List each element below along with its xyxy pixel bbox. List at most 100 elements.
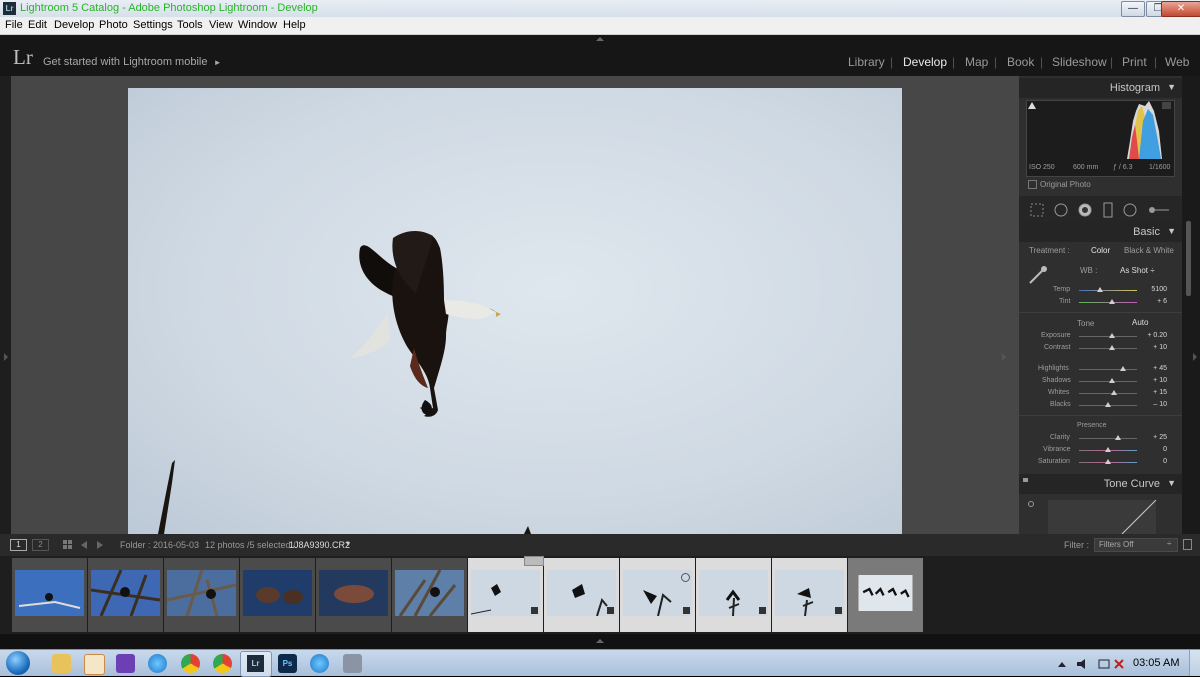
filmstrip-thumbnail[interactable] (164, 558, 239, 632)
menu-view[interactable]: View (209, 19, 233, 31)
module-print[interactable]: Print (1122, 55, 1147, 69)
module-develop[interactable]: Develop (903, 55, 947, 69)
menu-file[interactable]: File (5, 19, 23, 31)
vibrance-slider[interactable] (1079, 447, 1137, 452)
internet-explorer-icon[interactable] (148, 654, 167, 673)
right-panel-scrollbar[interactable] (1182, 76, 1200, 534)
main-window-button[interactable]: 1 (10, 539, 27, 551)
selection-circle-icon[interactable] (681, 573, 690, 582)
module-web[interactable]: Web (1165, 55, 1189, 69)
filename-dropdown-icon[interactable]: ▾ (346, 539, 350, 548)
internet-explorer-alt-icon[interactable] (310, 654, 329, 673)
module-slideshow[interactable]: Slideshow (1052, 55, 1107, 69)
panel-toggle-icon[interactable] (1023, 478, 1028, 482)
basic-header[interactable]: Basic ▼ (1019, 222, 1182, 242)
show-desktop-button[interactable] (1189, 650, 1200, 676)
volume-icon[interactable] (1077, 659, 1085, 669)
crop-tool-icon[interactable] (1030, 203, 1044, 217)
module-library[interactable]: Library (848, 55, 885, 69)
scrollbar-thumb[interactable] (1186, 221, 1191, 296)
targeted-adjustment-icon[interactable] (1028, 501, 1034, 507)
taskbar-active-lightroom[interactable]: Lr (240, 651, 272, 677)
tint-value[interactable]: + 6 (1145, 298, 1167, 305)
next-arrow-icon[interactable] (97, 541, 103, 549)
graduated-filter-icon[interactable] (1103, 202, 1113, 218)
minimize-button[interactable]: — (1121, 1, 1145, 17)
whites-slider[interactable] (1079, 390, 1137, 395)
treatment-bw[interactable]: Black & White (1124, 246, 1174, 255)
collapse-top-panel-icon[interactable] (593, 36, 607, 42)
menu-photo[interactable]: Photo (99, 19, 128, 31)
wb-dropdown[interactable]: As Shot ÷ (1120, 266, 1155, 275)
filter-dropdown[interactable]: Filters Off ÷ (1094, 538, 1178, 552)
saturation-value[interactable]: 0 (1145, 458, 1167, 465)
original-photo-checkbox[interactable] (1028, 180, 1037, 189)
blacks-slider[interactable] (1079, 402, 1137, 407)
histogram-header[interactable]: Histogram ▼ (1019, 78, 1182, 98)
chrome-canary-icon[interactable] (213, 654, 232, 673)
wb-eyedropper-icon[interactable] (1027, 264, 1049, 286)
shadows-value[interactable]: + 10 (1145, 377, 1167, 384)
radial-filter-icon[interactable] (1123, 203, 1137, 217)
archive-icon[interactable] (343, 654, 362, 673)
vibrance-value[interactable]: 0 (1145, 446, 1167, 453)
exposure-value[interactable]: + 0.20 (1145, 332, 1167, 339)
expand-left-panel-icon[interactable] (2, 351, 9, 363)
clarity-slider[interactable] (1079, 435, 1137, 440)
network-icon[interactable] (1098, 659, 1110, 669)
exposure-slider[interactable] (1079, 333, 1137, 338)
temp-slider[interactable] (1079, 287, 1137, 292)
action-center-icon[interactable] (1114, 659, 1124, 669)
histogram-display[interactable]: ISO 250 600 mm ƒ / 6.3 1/1600 (1026, 100, 1175, 177)
visual-studio-icon[interactable] (116, 654, 135, 673)
left-panel-collapsed[interactable] (0, 76, 11, 534)
develop-canvas[interactable] (11, 76, 1019, 534)
second-window-button[interactable]: 2 (32, 539, 49, 551)
clarity-value[interactable]: + 25 (1145, 434, 1167, 441)
mobile-prompt[interactable]: Get started with Lightroom mobile ► (43, 56, 222, 68)
menu-develop[interactable]: Develop (54, 19, 94, 31)
filmstrip-thumbnail[interactable] (88, 558, 163, 632)
filmstrip-thumbnail[interactable] (12, 558, 87, 632)
temp-value[interactable]: 5100 (1145, 286, 1167, 293)
start-orb-icon[interactable] (6, 651, 30, 675)
spot-removal-icon[interactable] (1054, 203, 1068, 217)
media-player-icon[interactable] (84, 654, 105, 675)
blacks-value[interactable]: – 10 (1145, 401, 1167, 408)
menu-window[interactable]: Window (238, 19, 277, 31)
adjustment-brush-icon[interactable] (1149, 207, 1155, 213)
chrome-icon[interactable] (181, 654, 200, 673)
current-filename[interactable]: 1J8A9390.CR2 (289, 540, 350, 550)
menu-help[interactable]: Help (283, 19, 306, 31)
module-book[interactable]: Book (1007, 55, 1034, 69)
filmstrip-thumbnail-selected[interactable] (772, 558, 847, 632)
filmstrip-thumbnail[interactable] (240, 558, 315, 632)
filmstrip-thumbnail[interactable] (392, 558, 467, 632)
folder-path[interactable]: Folder : 2016-05-03 (120, 540, 199, 550)
tone-curve-header[interactable]: Tone Curve ▼ (1019, 474, 1182, 494)
whites-value[interactable]: + 15 (1145, 389, 1167, 396)
photoshop-taskbar-icon[interactable]: Ps (278, 654, 297, 673)
filmstrip-thumbnail[interactable] (316, 558, 391, 632)
saturation-slider[interactable] (1079, 459, 1137, 464)
menu-tools[interactable]: Tools (177, 19, 203, 31)
filmstrip[interactable] (0, 556, 1200, 634)
collapse-right-panel-icon[interactable] (1191, 351, 1198, 363)
menu-edit[interactable]: Edit (28, 19, 47, 31)
treatment-color[interactable]: Color (1091, 246, 1110, 255)
module-map[interactable]: Map (965, 55, 988, 69)
filmstrip-thumbnail-active[interactable] (848, 558, 923, 632)
main-photo[interactable] (128, 88, 902, 534)
grid-view-icon[interactable] (63, 540, 72, 549)
explorer-icon[interactable] (52, 654, 71, 673)
contrast-value[interactable]: + 10 (1145, 344, 1167, 351)
filmstrip-thumbnail-selected[interactable] (696, 558, 771, 632)
tint-slider[interactable] (1079, 299, 1137, 304)
show-hidden-icons-icon[interactable] (1058, 662, 1066, 667)
filmstrip-thumbnail-selected[interactable] (620, 558, 695, 632)
contrast-slider[interactable] (1079, 345, 1137, 350)
close-button[interactable]: ✕ (1161, 1, 1200, 17)
menu-settings[interactable]: Settings (133, 19, 173, 31)
filmstrip-thumbnail-selected[interactable] (468, 558, 543, 632)
filter-lock-icon[interactable] (1183, 539, 1192, 550)
